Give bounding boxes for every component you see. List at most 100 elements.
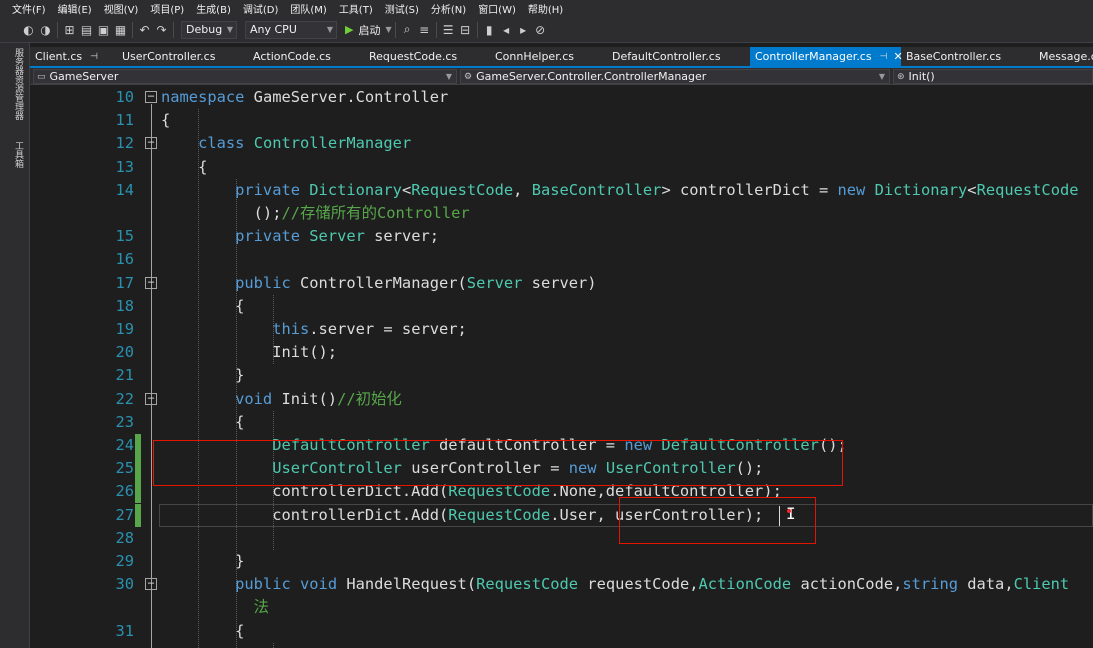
- code-line[interactable]: 30 public void HandelRequest(RequestCode…: [30, 573, 1093, 596]
- new-project-icon[interactable]: ⊞: [61, 21, 78, 39]
- line-number: 15: [115, 227, 134, 246]
- menu-item[interactable]: 生成(B): [184, 1, 231, 16]
- code-line[interactable]: 28: [30, 527, 1093, 550]
- start-debugging-button[interactable]: ▶ 启动 ▼: [345, 22, 392, 38]
- pin-icon[interactable]: ⊣: [880, 52, 888, 62]
- code-line[interactable]: 14 private Dictionary<RequestCode, BaseC…: [30, 179, 1093, 202]
- next-bookmark-icon[interactable]: ▸: [515, 21, 532, 39]
- class-dropdown[interactable]: ⚙ GameServer.Controller.ControllerManage…: [460, 69, 890, 84]
- tab-document[interactable]: DefaultController.cs: [607, 47, 750, 66]
- bookmark-icon[interactable]: ▮: [481, 21, 498, 39]
- code-line[interactable]: 16: [30, 248, 1093, 271]
- menu-item[interactable]: 调试(D): [231, 1, 279, 16]
- menu-item[interactable]: 分析(N): [419, 1, 466, 16]
- tab-document[interactable]: ActionCode.cs: [248, 47, 364, 66]
- code-token-text: controllerDict.Add(: [161, 505, 449, 524]
- collapse-toggle-icon[interactable]: −: [145, 136, 157, 150]
- line-number: 19: [115, 320, 134, 338]
- code-editor[interactable]: 10 namespace GameServer.Controller 11 {12 c…: [30, 86, 1093, 648]
- code-token-keyword: class: [161, 134, 245, 153]
- find-icon[interactable]: ⌕: [399, 21, 416, 39]
- menu-item[interactable]: 视图(V): [92, 1, 139, 16]
- menu-item[interactable]: 项目(P): [138, 1, 184, 16]
- save-all-icon[interactable]: ▦: [112, 21, 129, 39]
- format-icon[interactable]: ≡: [416, 21, 433, 39]
- tab-document[interactable]: ConnHelper.cs: [490, 47, 607, 66]
- configuration-dropdown[interactable]: Debug ▼: [181, 20, 237, 39]
- toolbar: ◐ ◑ ⊞ ▤ ▣ ▦ ↶ ↷ Debug ▼ Any CPU ▼ ▶ 启动 ▼ ⌕ ≡ ☰ ⊟ ▮ ◂ ▸ ⊘: [0, 17, 1093, 43]
- tab-document[interactable]: BaseController.cs: [901, 47, 1034, 66]
- code-token-text: Init();: [161, 343, 338, 362]
- undo-icon[interactable]: ↶: [136, 21, 153, 39]
- line-number: 27: [115, 505, 134, 524]
- tab-label: RequestCode.cs: [369, 50, 458, 63]
- tab-label: ControllerManager.cs: [755, 50, 872, 63]
- code-line[interactable]: 29 }: [30, 550, 1093, 573]
- code-line[interactable]: 18 {: [30, 295, 1093, 318]
- code-line[interactable]: 23 {: [30, 411, 1093, 434]
- uncomment-icon[interactable]: ⊟: [457, 21, 474, 39]
- code-text: }: [161, 550, 244, 573]
- code-token-text: GameServer.Controller: [244, 88, 449, 106]
- menu-item[interactable]: 工具(T): [327, 1, 373, 16]
- tab-document[interactable]: Client.cs ⊣: [30, 47, 117, 66]
- menu-item[interactable]: 测试(S): [373, 1, 419, 16]
- tab-document[interactable]: UserController.cs: [117, 47, 248, 66]
- code-line[interactable]: 法: [30, 596, 1093, 619]
- line-number: 18: [115, 296, 134, 315]
- code-text: {: [161, 109, 170, 132]
- code-line[interactable]: 19 this.server = server;: [30, 318, 1093, 341]
- code-line[interactable]: 31 {: [30, 620, 1093, 643]
- code-line[interactable]: 11 {: [30, 109, 1093, 132]
- code-token-type: RequestCode: [448, 505, 551, 524]
- pin-icon[interactable]: ⊣: [90, 52, 98, 62]
- member-dropdown[interactable]: ⊛ Init(): [893, 69, 1093, 84]
- menu-item[interactable]: 帮助(H): [516, 1, 563, 16]
- prev-bookmark-icon[interactable]: ◂: [498, 21, 515, 39]
- platform-dropdown[interactable]: Any CPU ▼: [245, 20, 337, 39]
- comment-icon[interactable]: ☰: [440, 21, 457, 39]
- code-line[interactable]: 10 namespace GameServer.Controller: [30, 86, 1093, 109]
- code-line[interactable]: 21 }: [30, 364, 1093, 387]
- play-icon: ▶: [345, 23, 354, 36]
- side-tab-toolbox[interactable]: 工具箱: [9, 141, 23, 168]
- menu-item[interactable]: 窗口(W): [466, 1, 516, 16]
- collapse-toggle-icon[interactable]: −: [145, 577, 157, 591]
- code-token-keyword: public: [161, 575, 291, 594]
- code-line[interactable]: 27 controllerDict.Add(RequestCode.User, …: [30, 504, 1093, 527]
- collapse-toggle-icon[interactable]: −: [145, 392, 157, 405]
- code-line[interactable]: 20 Init();: [30, 341, 1093, 364]
- open-folder-icon[interactable]: ▤: [78, 21, 95, 39]
- tab-document[interactable]: RequestCode.cs: [364, 47, 490, 66]
- tab-document[interactable]: Message.c: [1034, 47, 1093, 66]
- code-token-keyword: private: [161, 227, 300, 246]
- start-label: 启动: [358, 23, 381, 37]
- code-line[interactable]: ();//存储所有的Controller: [30, 202, 1093, 225]
- code-token-text: > controllerDict =: [661, 180, 838, 199]
- code-token-keyword: string: [902, 575, 958, 594]
- code-line[interactable]: 17 public ControllerManager(Server serve…: [30, 272, 1093, 295]
- project-dropdown[interactable]: ▭ GameServer ▼: [33, 69, 457, 84]
- save-icon[interactable]: ▣: [95, 21, 112, 39]
- code-line[interactable]: 13 {: [30, 156, 1093, 179]
- menu-item[interactable]: 团队(M): [278, 1, 326, 16]
- menu-item[interactable]: 文件(F): [0, 1, 46, 16]
- forward-icon[interactable]: ◑: [37, 21, 54, 39]
- back-icon[interactable]: ◐: [20, 21, 37, 39]
- collapse-toggle-icon[interactable]: −: [145, 276, 157, 289]
- code-line[interactable]: 15 private Server server;: [30, 225, 1093, 248]
- tab-active-document[interactable]: ControllerManager.cs ⊣ ✕: [750, 47, 903, 66]
- clear-bookmarks-icon[interactable]: ⊘: [532, 21, 549, 39]
- side-tab-server-explorer[interactable]: 服务器资源管理器: [9, 48, 23, 120]
- menu-item[interactable]: 编辑(E): [46, 1, 92, 16]
- line-number: 12: [115, 134, 134, 153]
- redo-icon[interactable]: ↷: [153, 21, 170, 39]
- code-line[interactable]: 12 class ControllerManager: [30, 132, 1093, 155]
- tab-label: ConnHelper.cs: [495, 50, 574, 63]
- line-number: 11: [115, 111, 134, 130]
- code-line[interactable]: 22 void Init()//初始化: [30, 388, 1093, 411]
- code-text: public void HandelRequest(RequestCode re…: [161, 573, 1069, 596]
- collapse-toggle-icon[interactable]: −: [145, 90, 157, 103]
